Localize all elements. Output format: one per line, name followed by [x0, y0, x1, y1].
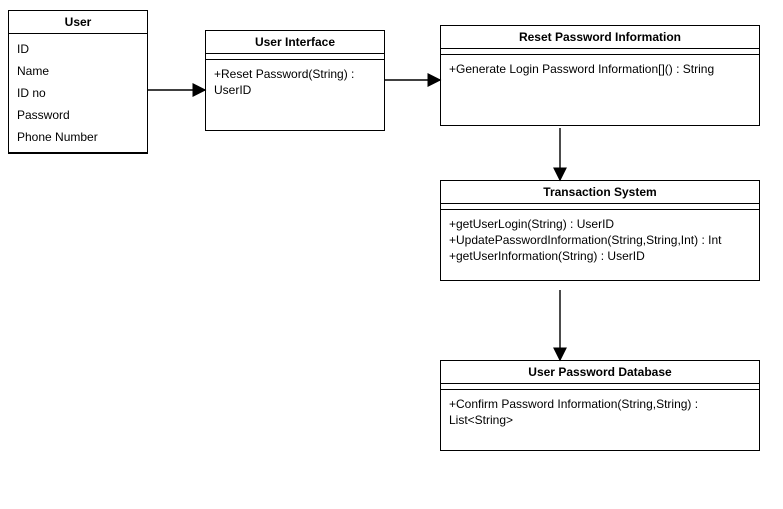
txn-op: +getUserInformation(String) : UserID	[449, 248, 751, 264]
class-ui-ops: +Reset Password(String) : UserID	[206, 60, 384, 130]
user-attr: Password	[17, 104, 139, 126]
class-db-ops: +Confirm Password Information(String,Str…	[441, 390, 759, 450]
user-attr: Name	[17, 60, 139, 82]
class-db-title: User Password Database	[441, 361, 759, 384]
class-user-password-database: User Password Database +Confirm Password…	[440, 360, 760, 451]
txn-op: +UpdatePasswordInformation(String,String…	[449, 232, 751, 248]
txn-op: +getUserLogin(String) : UserID	[449, 216, 751, 232]
user-attr: ID no	[17, 82, 139, 104]
user-attr: ID	[17, 38, 139, 60]
class-ui-title: User Interface	[206, 31, 384, 54]
class-txn-ops: +getUserLogin(String) : UserID +UpdatePa…	[441, 210, 759, 280]
class-txn-title: Transaction System	[441, 181, 759, 204]
class-reset-password-info: Reset Password Information +Generate Log…	[440, 25, 760, 126]
class-reset-title: Reset Password Information	[441, 26, 759, 49]
class-user-interface: User Interface +Reset Password(String) :…	[205, 30, 385, 131]
ui-op: +Reset Password(String) : UserID	[214, 66, 376, 98]
user-attr: Phone Number	[17, 126, 139, 148]
class-reset-ops: +Generate Login Password Information[]()…	[441, 55, 759, 125]
class-user-title: User	[9, 11, 147, 34]
class-user: User ID Name ID no Password Phone Number	[8, 10, 148, 154]
db-op: +Confirm Password Information(String,Str…	[449, 396, 751, 428]
class-user-attrs: ID Name ID no Password Phone Number	[9, 34, 147, 153]
class-transaction-system: Transaction System +getUserLogin(String)…	[440, 180, 760, 281]
reset-op: +Generate Login Password Information[]()…	[449, 61, 751, 77]
